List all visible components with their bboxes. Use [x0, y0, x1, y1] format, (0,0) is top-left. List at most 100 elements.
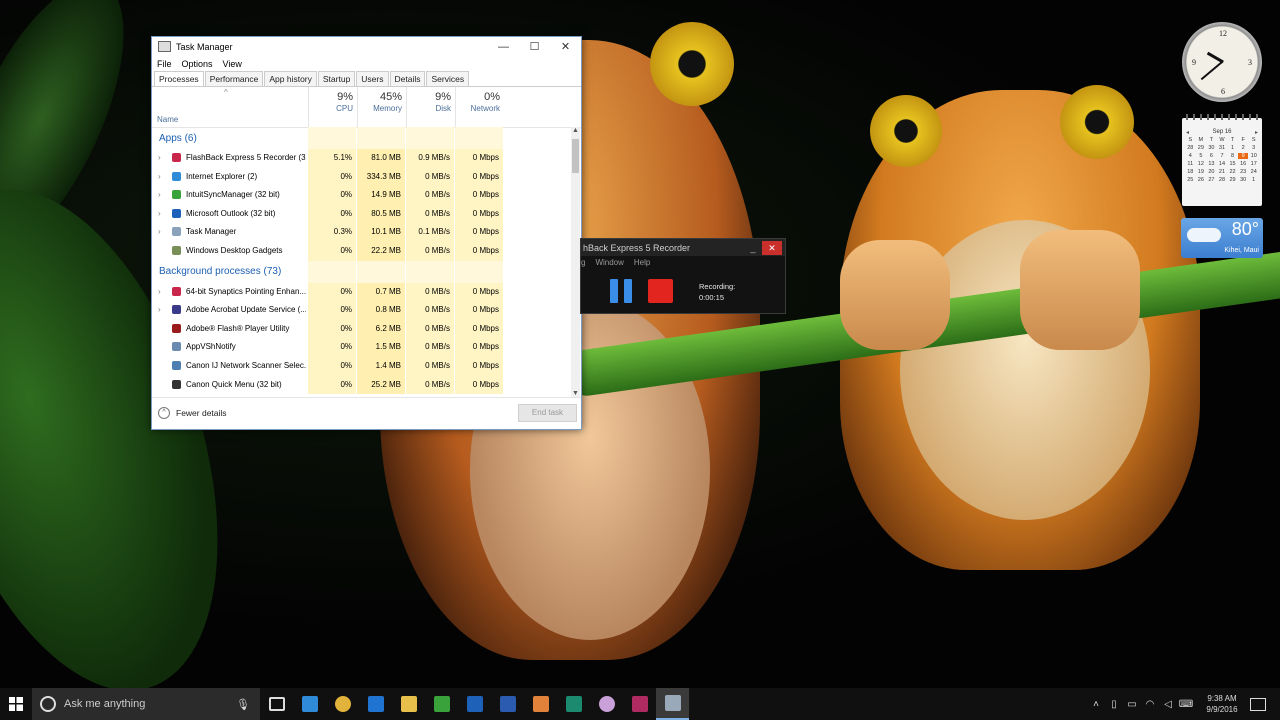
title-bar[interactable]: Task Manager — ☐ ✕: [152, 37, 581, 56]
pause-button[interactable]: [610, 279, 632, 303]
taskbar-internet-explorer-button[interactable]: [293, 688, 326, 720]
calendar-gadget[interactable]: ◂ Sep 16 ▸ S M T W T F S 28 29 30 31 1 2 3 4 5 6 7 8 9 10 11 1…: [1182, 114, 1262, 206]
process-row[interactable]: › Adobe Acrobat Update Service (... 0% 0.8 …: [152, 301, 571, 320]
calendar-day[interactable]: 18: [1185, 169, 1196, 175]
menu-options[interactable]: Options: [182, 59, 213, 69]
calendar-day[interactable]: 17: [1248, 161, 1259, 167]
taskbar-outlook-button[interactable]: [458, 688, 491, 720]
taskbar-task-view-button[interactable]: [260, 688, 293, 720]
process-row[interactable]: AppVShNotify 0% 1.5 MB 0 MB/s 0 Mbps: [152, 338, 571, 357]
search-box[interactable]: Ask me anything 🎙: [32, 688, 260, 720]
weather-gadget[interactable]: 80° Kihei, Maui: [1181, 218, 1263, 258]
calendar-day[interactable]: 1: [1248, 177, 1259, 183]
tablet-icon[interactable]: ▯: [1106, 699, 1122, 710]
calendar-day[interactable]: 9: [1237, 153, 1249, 159]
calendar-day[interactable]: 7: [1217, 153, 1228, 159]
calendar-day[interactable]: 10: [1248, 153, 1259, 159]
calendar-day[interactable]: 19: [1196, 169, 1207, 175]
taskbar-store-button[interactable]: [557, 688, 590, 720]
minimize-button[interactable]: —: [488, 37, 519, 56]
calendar-day[interactable]: 22: [1227, 169, 1238, 175]
keyboard-icon[interactable]: ⌨: [1178, 699, 1194, 710]
battery-icon[interactable]: ▭: [1124, 699, 1140, 710]
calendar-day[interactable]: 16: [1238, 161, 1249, 167]
column-disk[interactable]: 9% Disk: [406, 87, 454, 127]
calendar-day[interactable]: 12: [1196, 161, 1207, 167]
calendar-day[interactable]: 1: [1227, 145, 1238, 151]
column-cpu[interactable]: 9% CPU: [308, 87, 356, 127]
chevron-right-icon[interactable]: ›: [158, 227, 161, 236]
start-button[interactable]: [0, 688, 32, 720]
scroll-up-icon[interactable]: ▲: [572, 127, 579, 134]
taskbar-word-button[interactable]: [491, 688, 524, 720]
recorder-menu-window[interactable]: Window: [595, 258, 623, 267]
calendar-day[interactable]: 4: [1185, 153, 1196, 159]
calendar-day[interactable]: 27: [1206, 177, 1217, 183]
calendar-day[interactable]: 21: [1217, 169, 1228, 175]
scrollbar[interactable]: ▲ ▼: [571, 127, 580, 397]
process-row[interactable]: › FlashBack Express 5 Recorder (3... 5.1% 8…: [152, 149, 571, 168]
recorder-minimize-button[interactable]: _: [744, 243, 762, 253]
calendar-day[interactable]: 13: [1206, 161, 1217, 167]
taskbar-chrome-button[interactable]: [326, 688, 359, 720]
calendar-day[interactable]: 23: [1238, 169, 1249, 175]
calendar-day[interactable]: 30: [1206, 145, 1217, 151]
taskbar-file-explorer-button[interactable]: [392, 688, 425, 720]
taskbar-paint-button[interactable]: [524, 688, 557, 720]
calendar-day[interactable]: 11: [1185, 161, 1196, 167]
calendar-day[interactable]: 5: [1196, 153, 1207, 159]
wifi-icon[interactable]: ◠: [1142, 699, 1158, 710]
calendar-day[interactable]: 6: [1206, 153, 1217, 159]
menu-view[interactable]: View: [223, 59, 242, 69]
calendar-day[interactable]: 2: [1238, 145, 1249, 151]
taskbar-quickbooks-button[interactable]: [425, 688, 458, 720]
chevron-right-icon[interactable]: ›: [158, 209, 161, 218]
clock-gadget[interactable]: 12 3 6 9: [1182, 22, 1262, 102]
process-row[interactable]: › 64-bit Synaptics Pointing Enhan... 0% 0.7…: [152, 282, 571, 302]
chevron-right-icon[interactable]: ›: [158, 287, 161, 296]
calendar-day[interactable]: 26: [1196, 177, 1207, 183]
next-month-icon[interactable]: ▸: [1255, 129, 1258, 136]
process-row[interactable]: Canon Quick Menu (32 bit) 0% 25.2 MB 0 MB/s…: [152, 375, 571, 395]
taskbar-edge-button[interactable]: [359, 688, 392, 720]
end-task-button[interactable]: End task: [518, 404, 577, 422]
close-button[interactable]: ✕: [550, 37, 581, 56]
calendar-day[interactable]: 31: [1217, 145, 1228, 151]
column-network[interactable]: 0% Network: [455, 87, 503, 127]
recorder-close-button[interactable]: ✕: [762, 240, 782, 255]
taskbar-clock[interactable]: 9:38 AM 9/9/2016: [1200, 693, 1244, 715]
taskbar-flashback-button[interactable]: [623, 688, 656, 720]
volume-icon[interactable]: ◁: [1160, 699, 1176, 710]
recorder-menu-help[interactable]: Help: [634, 258, 650, 267]
calendar-day[interactable]: 8: [1227, 153, 1238, 159]
chevron-right-icon[interactable]: ›: [158, 305, 161, 314]
microphone-icon[interactable]: 🎙: [236, 698, 250, 711]
calendar-day[interactable]: 14: [1217, 161, 1228, 167]
taskbar-picasa-button[interactable]: [590, 688, 623, 720]
stop-button[interactable]: [648, 279, 673, 303]
tab-details[interactable]: Details: [389, 71, 426, 86]
chevron-right-icon[interactable]: ›: [158, 172, 161, 181]
calendar-day[interactable]: 20: [1206, 169, 1217, 175]
calendar-day[interactable]: 24: [1248, 169, 1259, 175]
maximize-button[interactable]: ☐: [519, 37, 550, 56]
scroll-down-icon[interactable]: ▼: [572, 390, 579, 397]
tab-startup[interactable]: Startup: [317, 71, 356, 86]
fewer-details-button[interactable]: ^ Fewer details: [158, 407, 227, 419]
column-name[interactable]: Name: [157, 115, 178, 124]
column-memory[interactable]: 45% Memory: [357, 87, 405, 127]
tab-performance[interactable]: Performance: [204, 71, 264, 86]
process-row[interactable]: Adobe® Flash® Player Utility 0% 6.2 MB 0 MB…: [152, 319, 571, 339]
recorder-menu-recording[interactable]: g: [581, 258, 585, 267]
taskbar-task-manager-button[interactable]: [656, 688, 689, 720]
tab-services[interactable]: Services: [426, 71, 470, 86]
calendar-day[interactable]: 25: [1185, 177, 1196, 183]
tab-processes[interactable]: Processes: [154, 71, 204, 86]
chevron-right-icon[interactable]: ›: [158, 190, 161, 199]
process-row[interactable]: › Internet Explorer (2) 0% 334.3 MB 0 MB/s 0 …: [152, 167, 571, 187]
prev-month-icon[interactable]: ◂: [1186, 129, 1189, 136]
process-row[interactable]: Windows Desktop Gadgets 0% 22.2 MB 0 MB/s 0 …: [152, 241, 571, 261]
process-row[interactable]: › Microsoft Outlook (32 bit) 0% 80.5 MB 0 MB…: [152, 204, 571, 224]
calendar-day[interactable]: 15: [1227, 161, 1238, 167]
calendar-day[interactable]: 28: [1217, 177, 1228, 183]
